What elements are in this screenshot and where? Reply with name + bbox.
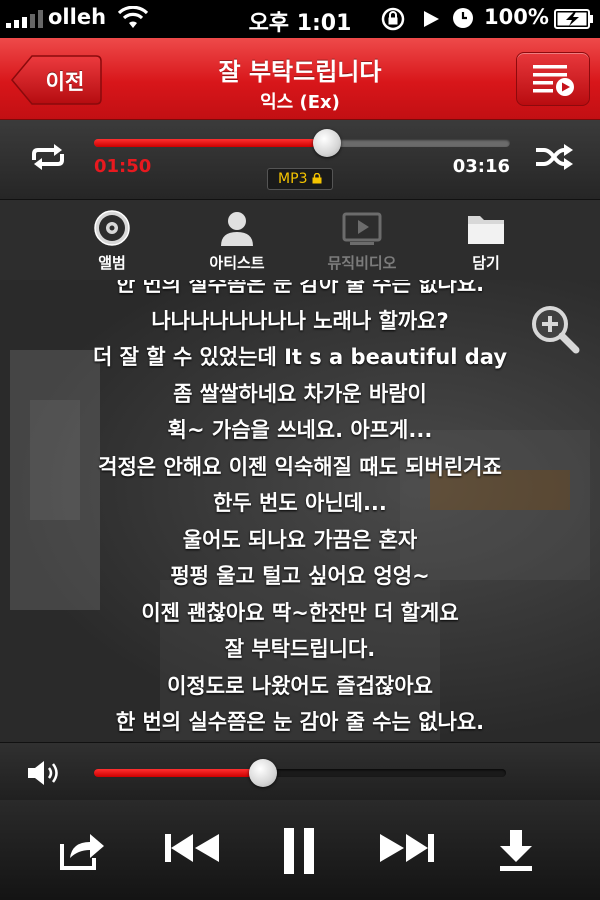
alarm-icon xyxy=(453,8,473,28)
info-tab-bar: 앨범 아티스트 뮤직비디오 담기 xyxy=(0,200,600,280)
video-icon xyxy=(342,212,382,245)
person-icon xyxy=(221,212,253,246)
tab-artist-label: 아티스트 xyxy=(209,254,265,272)
download-button[interactable] xyxy=(496,828,556,874)
folder-icon xyxy=(468,216,504,244)
playback-progress-fill xyxy=(94,139,327,147)
lyric-line: 좀 쌀쌀하네요 차가운 바람이 xyxy=(173,381,427,406)
tab-album-label: 앨범 xyxy=(98,254,126,272)
volume-panel xyxy=(0,742,600,800)
lyric-line: 이젠 괜찮아요 딱~한잔만 더 할게요 xyxy=(141,600,459,625)
format-badge-label: MP3 xyxy=(278,171,308,187)
playlist-icon xyxy=(533,65,574,96)
navigation-header: 이전 잘 부탁드립니다 익스 (Ex) xyxy=(0,38,600,120)
format-badge: MP3 xyxy=(267,168,333,190)
lyric-line: 펑펑 울고 털고 싶어요 엉엉~ xyxy=(170,564,430,588)
playback-progress-knob[interactable] xyxy=(312,129,341,157)
lyric-line: 걱정은 안해요 이젠 익숙해질 때도 되버린거죠 xyxy=(98,454,502,479)
lyrics-panel[interactable]: 한 번의 실수쯤은 눈 감아 줄 수는 없나요. 나나나나나나나나 노래나 할까요… xyxy=(0,280,600,742)
pause-button[interactable] xyxy=(280,828,340,874)
next-track-button[interactable] xyxy=(378,828,438,874)
lyric-line: 더 잘 할 수 있었는데 It s a beautiful day xyxy=(92,345,508,369)
repeat-icon[interactable] xyxy=(28,142,68,172)
lyric-line: 이정도로 나왔어도 즐겁잖아요 xyxy=(167,673,433,698)
previous-track-button[interactable] xyxy=(163,828,223,874)
rotation-lock-icon xyxy=(381,7,405,31)
status-bar: olleh 오후 1:01 100% xyxy=(0,0,600,38)
tab-music-video[interactable]: 뮤직비디오 xyxy=(302,200,422,280)
zoom-in-icon[interactable] xyxy=(528,302,580,354)
lyric-line: 한 번의 실수쯤은 눈 감아 줄 수는 없나요. xyxy=(115,280,485,296)
tab-album[interactable]: 앨범 xyxy=(52,200,172,280)
volume-knob[interactable] xyxy=(248,759,277,787)
lyric-line: 한두 번도 아닌데... xyxy=(213,491,387,515)
song-title: 잘 부탁드립니다 xyxy=(218,58,382,86)
playlist-button[interactable] xyxy=(516,52,590,106)
battery-charging-icon xyxy=(554,9,593,29)
disc-icon xyxy=(94,210,130,246)
share-icon xyxy=(60,834,104,870)
elapsed-time: 01:50 xyxy=(94,156,152,177)
lyric-line: 휙~ 가슴을 쓰네요. 아프게... xyxy=(167,418,433,442)
tab-music-video-label: 뮤직비디오 xyxy=(327,254,397,272)
playback-progress-panel: 01:50 03:16 MP3 xyxy=(0,120,600,200)
lyric-line: 잘 부탁드립니다. xyxy=(224,637,376,661)
battery-percent: 100% xyxy=(484,5,549,29)
shuffle-icon[interactable] xyxy=(534,142,574,172)
lyric-line: 울어도 되나요 가끔은 혼자 xyxy=(182,527,418,552)
share-button[interactable] xyxy=(58,828,118,874)
playback-progress-slider[interactable] xyxy=(94,129,510,157)
play-status-icon xyxy=(424,11,439,27)
lyric-line: 한 번의 실수쯤은 눈 감아 줄 수는 없나요. xyxy=(115,710,485,734)
song-artist: 익스 (Ex) xyxy=(260,92,340,113)
pause-icon xyxy=(284,828,314,874)
lyrics-list: 한 번의 실수쯤은 눈 감아 줄 수는 없나요. 나나나나나나나나 노래나 할까요… xyxy=(0,280,600,742)
lyric-line: 나나나나나나나나 노래나 할까요? xyxy=(151,308,449,333)
lock-icon xyxy=(312,172,322,184)
volume-icon xyxy=(28,761,58,785)
previous-icon xyxy=(165,834,219,862)
total-duration: 03:16 xyxy=(452,156,510,177)
volume-slider[interactable] xyxy=(94,759,506,787)
download-icon xyxy=(500,830,532,871)
tab-artist[interactable]: 아티스트 xyxy=(177,200,297,280)
back-button[interactable]: 이전 xyxy=(10,54,102,106)
back-button-label: 이전 xyxy=(45,70,85,94)
playback-controls xyxy=(0,800,600,900)
tab-save-label: 담기 xyxy=(472,254,500,272)
volume-fill xyxy=(94,769,263,777)
tab-save[interactable]: 담기 xyxy=(426,200,546,280)
next-icon xyxy=(380,834,434,862)
